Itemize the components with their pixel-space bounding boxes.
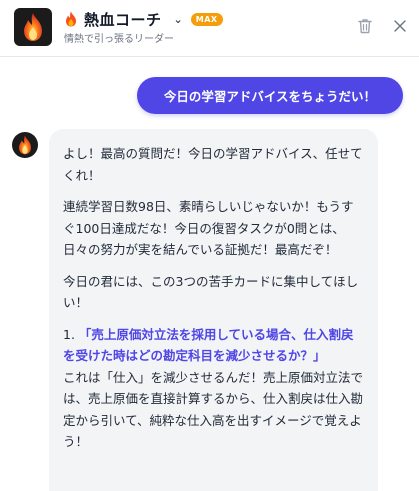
flame-icon	[19, 135, 31, 155]
fire-emoji-icon	[66, 11, 76, 27]
bot-message-bubble: よし！最高の質問だ！今日の学習アドバイス、任せてくれ！ 連続学習日数98日、素晴…	[49, 129, 378, 491]
flame-icon	[24, 13, 42, 41]
close-button[interactable]	[390, 15, 410, 37]
chat-header: 熱血コーチ ⌄ MAX 情熱で引っ張るリーダー	[0, 0, 419, 57]
weak-card-question: 「売上原価対立法を採用している場合、仕入割戻を受けた時はどの勘定科目を減少させる…	[63, 326, 354, 364]
bot-paragraph-focus: 今日の君には、この3つの苦手カードに集中してほしい！	[63, 273, 359, 311]
coach-avatar[interactable]	[14, 8, 52, 46]
title-row[interactable]: 熱血コーチ ⌄ MAX	[64, 9, 223, 29]
coach-subtitle: 情熱で引っ張るリーダー	[64, 34, 174, 45]
close-icon	[394, 20, 406, 32]
max-badge: MAX	[190, 12, 223, 26]
bot-paragraph-streak: 連続学習日数98日、素晴らしいじゃないか！もうすぐ100日達成だな！今日の復習タ…	[63, 199, 354, 257]
weak-card-item: 1. 「売上原価対立法を採用している場合、仕入割戻を受けた時はどの勘定科目を減少…	[63, 324, 364, 367]
coach-title: 熱血コーチ	[84, 10, 162, 29]
bot-avatar	[12, 132, 38, 158]
weak-card-explanation: これは「仕入」を減少させるんだ！売上原価対立法では、売上原価を直接計算するから、…	[63, 369, 364, 450]
delete-button[interactable]	[355, 15, 375, 37]
item-number: 1.	[63, 326, 75, 342]
bot-paragraph-greeting: よし！最高の質問だ！今日の学習アドバイス、任せてくれ！	[63, 146, 363, 183]
user-message-bubble: 今日の学習アドバイスをちょうだい！	[137, 77, 403, 114]
trash-icon	[358, 19, 372, 34]
chevron-down-icon[interactable]: ⌄	[174, 13, 183, 26]
